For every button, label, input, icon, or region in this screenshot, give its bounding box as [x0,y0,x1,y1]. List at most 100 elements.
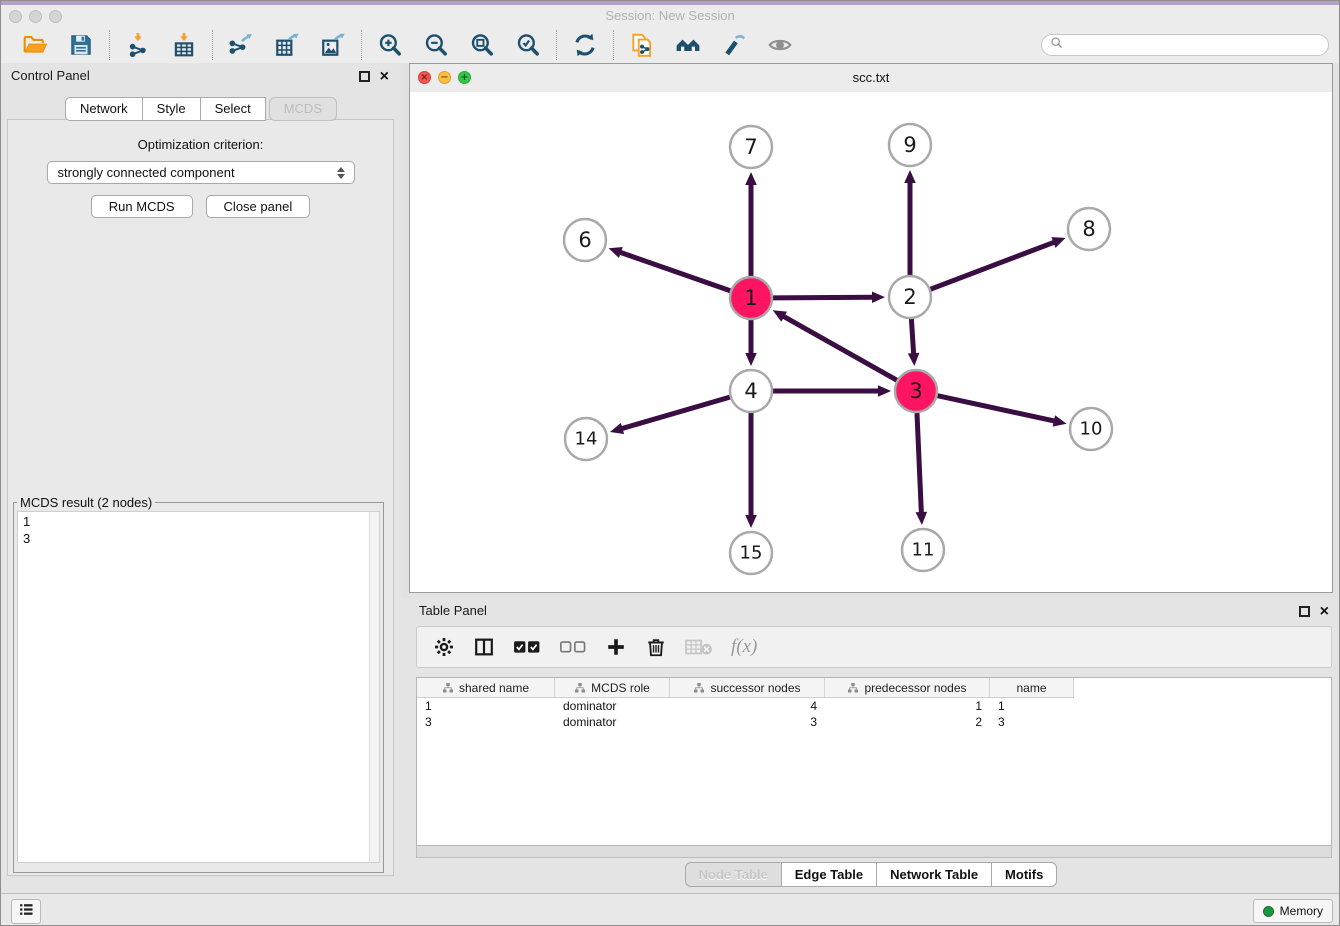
zoom-fit-icon[interactable] [469,32,495,58]
edge-1-2[interactable] [773,291,885,303]
export-image-icon[interactable] [320,32,346,58]
search-input[interactable] [1069,37,1320,53]
edge-2-3[interactable] [908,319,920,366]
import-table-icon[interactable] [171,32,197,58]
memory-button[interactable]: Memory [1253,899,1333,923]
gear-icon[interactable] [433,636,455,658]
node-10[interactable]: 10 [1070,408,1112,450]
edge-1-4[interactable] [745,320,757,366]
zoom-network-window-icon[interactable]: + [458,71,471,84]
eye-icon[interactable] [767,32,793,58]
node-14[interactable]: 14 [565,418,607,460]
column-header-predecessor-nodes[interactable]: predecessor nodes [825,678,990,698]
close-table-panel-icon[interactable]: × [1320,605,1329,618]
close-window-icon[interactable] [9,10,22,23]
minimize-network-window-icon[interactable]: − [438,71,451,84]
tab-node-table[interactable]: Node Table [685,862,782,887]
minimize-window-icon[interactable] [29,10,42,23]
network-window-titlebar[interactable]: ×−+ scc.txt [410,64,1332,93]
table-cell[interactable]: 2 [825,715,990,729]
zoom-out-icon[interactable] [423,32,449,58]
mcds-result-list[interactable]: 1 3 [17,511,380,863]
run-mcds-button[interactable]: Run MCDS [91,195,193,218]
table-cell[interactable]: 3 [990,715,1074,729]
table-cell[interactable]: dominator [555,715,670,729]
zoom-selected-icon[interactable] [515,32,541,58]
delete-row-icon[interactable] [645,636,667,658]
zoom-window-icon[interactable] [49,10,62,23]
edge-1-6[interactable] [609,247,731,291]
tab-select[interactable]: Select [200,97,266,121]
node-3[interactable]: 3 [895,370,937,412]
column-header-MCDS-role[interactable]: MCDS role [555,678,670,698]
float-table-panel-icon[interactable] [1299,606,1310,617]
edge-3-10[interactable] [937,396,1066,427]
edge-2-9[interactable] [904,170,916,275]
table-cell[interactable]: dominator [555,699,670,713]
style-icon[interactable] [721,32,747,58]
node-11[interactable]: 11 [902,529,944,571]
toolbar-group [614,32,808,58]
table-cell[interactable]: 1 [417,699,555,713]
export-network-icon[interactable] [228,32,254,58]
table-cell[interactable]: 4 [670,699,825,713]
edge-4-15[interactable] [745,413,757,528]
export-table-icon[interactable] [274,32,300,58]
optimization-criterion-select[interactable]: strongly connected component [47,161,355,184]
tab-network-table[interactable]: Network Table [876,862,992,887]
scrollbar-track[interactable] [369,512,379,862]
main-titlebar: Session: New Session [1,1,1339,27]
node-8[interactable]: 8 [1068,208,1110,250]
tab-network[interactable]: Network [65,97,143,121]
edge-3-1[interactable] [773,310,897,380]
table-row[interactable]: 1dominator411 [417,698,1331,714]
svg-text:11: 11 [912,540,935,561]
columns-icon[interactable] [473,636,495,658]
node-15[interactable]: 15 [730,532,772,574]
node-7[interactable]: 7 [730,126,772,168]
column-header-label: shared name [459,681,529,695]
table-cell[interactable]: 3 [670,715,825,729]
column-header-name[interactable]: name [990,678,1074,698]
edge-4-14[interactable] [610,397,730,434]
table-row[interactable]: 3dominator323 [417,714,1331,730]
node-6[interactable]: 6 [564,219,606,261]
table-cell[interactable]: 3 [417,715,555,729]
save-session-icon[interactable] [68,32,94,58]
table-panel-header: Table Panel × [401,598,1340,626]
refresh-layout-icon[interactable] [572,32,598,58]
network-graph[interactable]: 7 9 6 8 1 2 4 3 14 10 15 11 [410,92,1332,593]
duplicate-network-icon[interactable] [629,32,655,58]
tab-motifs[interactable]: Motifs [991,862,1057,887]
close-panel-icon[interactable]: × [380,70,389,83]
column-header-shared-name[interactable]: shared name [417,678,555,698]
column-header-successor-nodes[interactable]: successor nodes [670,678,825,698]
edge-2-8[interactable] [931,237,1066,289]
select-all-icon[interactable] [513,636,541,658]
float-panel-icon[interactable] [359,71,370,82]
deselect-all-icon[interactable] [559,636,587,658]
close-panel-button[interactable]: Close panel [206,195,311,218]
node-1[interactable]: 1 [730,277,772,319]
node-9[interactable]: 9 [889,124,931,166]
task-history-button[interactable] [11,899,41,924]
edge-3-11[interactable] [916,413,928,525]
import-network-icon[interactable] [125,32,151,58]
tab-edge-table[interactable]: Edge Table [781,862,877,887]
node-2[interactable]: 2 [889,276,931,318]
tab-mcds[interactable]: MCDS [269,97,337,121]
table-cell[interactable]: 1 [825,699,990,713]
network-canvas[interactable]: 7 9 6 8 1 2 4 3 14 10 15 11 [410,92,1332,592]
tab-style[interactable]: Style [142,97,201,121]
edge-4-3[interactable] [773,385,891,397]
node-4[interactable]: 4 [730,370,772,412]
table-cell[interactable]: 1 [990,699,1074,713]
open-session-icon[interactable] [22,32,48,58]
horizontal-scrollbar[interactable] [416,846,1332,858]
close-network-window-icon[interactable]: × [418,71,431,84]
edge-1-7[interactable] [745,172,757,276]
home-icon[interactable] [675,32,701,58]
zoom-in-icon[interactable] [377,32,403,58]
search-box[interactable] [1041,34,1329,56]
add-row-icon[interactable] [605,636,627,658]
